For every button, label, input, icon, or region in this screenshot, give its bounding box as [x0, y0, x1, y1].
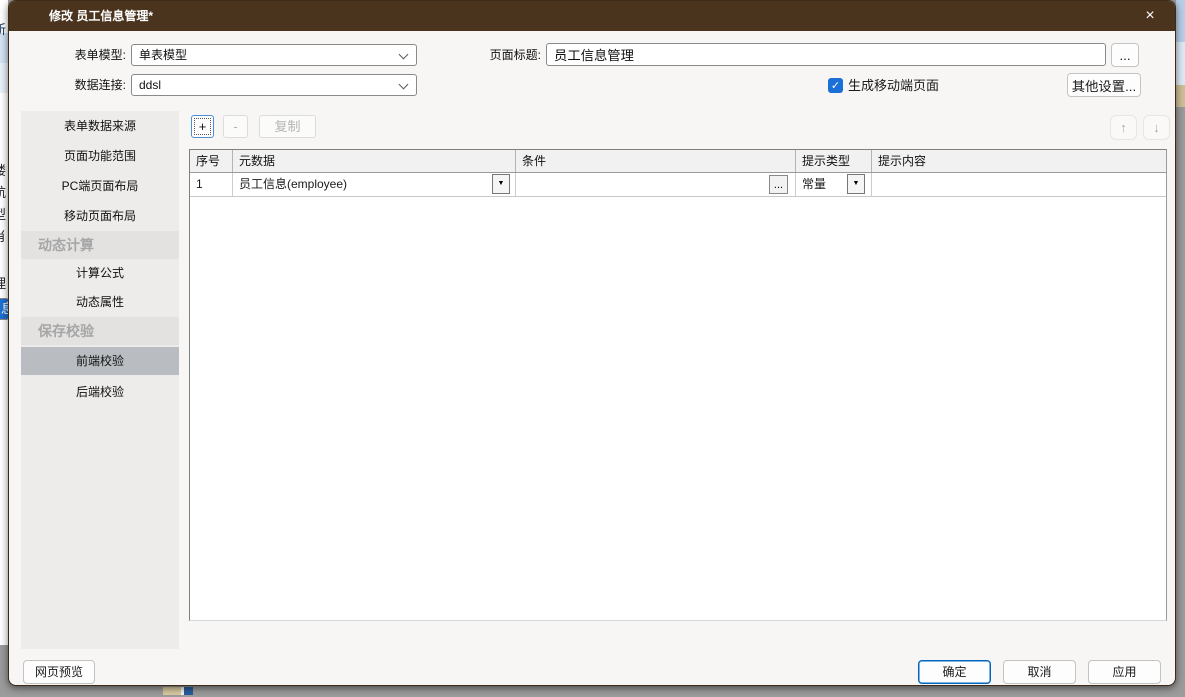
- page-title-input[interactable]: [546, 43, 1106, 66]
- page-title-label: 页面标题:: [441, 44, 541, 66]
- column-header-condition: 条件: [516, 150, 796, 172]
- table-row: 1 员工信息(employee) ▼ ... 常量 ▼: [190, 173, 1166, 197]
- background-toolbar-band: [0, 63, 8, 93]
- form-model-label: 表单模型:: [26, 44, 126, 66]
- background-text-fragment: 楼: [0, 163, 8, 179]
- data-connection-select[interactable]: ddsl: [131, 74, 417, 96]
- check-icon: ✓: [831, 80, 840, 92]
- data-connection-value: ddsl: [139, 78, 161, 92]
- background-text-fragment: 肖: [0, 229, 8, 245]
- row-prompt-type-value: 常量: [802, 177, 826, 191]
- table-header-row: 序号 元数据 条件 提示类型 提示内容: [190, 150, 1166, 173]
- remove-row-button[interactable]: -: [223, 115, 248, 138]
- background-right-blue: [1176, 0, 1185, 42]
- sidebar-item-dynamic-properties[interactable]: 动态属性: [21, 288, 179, 317]
- apply-button[interactable]: 应用: [1088, 660, 1161, 684]
- background-gray-area: [0, 645, 8, 697]
- background-text-fragment-selected: 息: [0, 298, 8, 320]
- row-condition-cell[interactable]: ...: [516, 173, 796, 196]
- cancel-button[interactable]: 取消: [1003, 660, 1076, 684]
- ok-button[interactable]: 确定: [918, 660, 991, 684]
- generate-mobile-page-checkbox[interactable]: ✓: [828, 78, 843, 93]
- background-bottom-fragment: [184, 687, 193, 695]
- sidebar: 表单数据来源 页面功能范围 PC端页面布局 移动页面布局 动态计算 计算公式 动…: [21, 111, 179, 649]
- generate-mobile-page-label: 生成移动端页面: [848, 78, 939, 93]
- sidebar-section-dynamic-calculation: 动态计算: [21, 231, 179, 259]
- sidebar-section-save-validation: 保存校验: [21, 317, 179, 345]
- copy-row-button[interactable]: 复制: [259, 115, 316, 138]
- form-model-value: 单表模型: [139, 48, 187, 62]
- column-header-prompt-type: 提示类型: [796, 150, 872, 172]
- background-text-fragment: 型: [0, 207, 8, 223]
- move-down-icon[interactable]: ↓: [1143, 115, 1170, 140]
- sidebar-item-pc-page-layout[interactable]: PC端页面布局: [21, 171, 179, 201]
- move-up-icon[interactable]: ↑: [1110, 115, 1137, 140]
- column-header-metadata: 元数据: [233, 150, 516, 172]
- column-header-seq: 序号: [190, 150, 233, 172]
- dialog-titlebar[interactable]: 修改 员工信息管理* ×: [9, 1, 1175, 31]
- dialog-title: 修改 员工信息管理*: [49, 1, 153, 31]
- sidebar-item-page-function-scope[interactable]: 页面功能范围: [21, 141, 179, 171]
- web-preview-button[interactable]: 网页预览: [23, 660, 95, 684]
- dropdown-arrow-icon[interactable]: ▼: [847, 174, 865, 194]
- column-header-prompt-content: 提示内容: [872, 150, 1166, 172]
- sidebar-item-mobile-page-layout[interactable]: 移动页面布局: [21, 201, 179, 231]
- background-bottom-fragment: [163, 687, 181, 695]
- close-icon[interactable]: ×: [1131, 1, 1169, 31]
- sidebar-item-frontend-validation[interactable]: 前端校验: [21, 347, 179, 375]
- sidebar-item-calculation-formula[interactable]: 计算公式: [21, 259, 179, 288]
- screen: 新 楼 航 型 肖 理 息 修改 员工信息管理* × 表单模型: 单表模型 页面…: [0, 0, 1185, 697]
- sidebar-item-form-data-source[interactable]: 表单数据来源: [21, 111, 179, 141]
- sidebar-item-backend-validation[interactable]: 后端校验: [21, 377, 179, 407]
- background-window-left-sliver: 新 楼 航 型 肖 理 息: [0, 0, 8, 645]
- chevron-down-icon: [399, 50, 409, 60]
- background-text-fragment: 新: [0, 22, 8, 38]
- page-title-browse-button[interactable]: ...: [1111, 43, 1139, 67]
- add-row-button[interactable]: +: [191, 115, 214, 138]
- row-seq-cell: 1: [190, 173, 233, 196]
- row-metadata-value: 员工信息(employee): [239, 177, 347, 191]
- form-model-select[interactable]: 单表模型: [131, 44, 417, 66]
- condition-browse-button[interactable]: ...: [769, 175, 788, 194]
- background-right-tan: [1176, 85, 1185, 107]
- background-text-fragment: 理: [0, 276, 8, 292]
- row-metadata-combobox[interactable]: 员工信息(employee) ▼: [233, 173, 516, 196]
- dropdown-arrow-icon[interactable]: ▼: [492, 174, 510, 194]
- edit-form-dialog: 修改 员工信息管理* × 表单模型: 单表模型 页面标题: ... 数据连接: …: [8, 0, 1176, 686]
- data-connection-label: 数据连接:: [26, 74, 126, 96]
- chevron-down-icon: [399, 80, 409, 90]
- other-settings-button[interactable]: 其他设置...: [1067, 73, 1141, 97]
- background-text-fragment: 航: [0, 185, 8, 201]
- background-right-lightblue: [1176, 42, 1185, 85]
- row-prompt-type-combobox[interactable]: 常量 ▼: [796, 173, 872, 196]
- validation-rules-table: 序号 元数据 条件 提示类型 提示内容 1 员工信息(employee) ▼ .…: [189, 149, 1167, 621]
- row-prompt-content-cell[interactable]: [872, 173, 1166, 196]
